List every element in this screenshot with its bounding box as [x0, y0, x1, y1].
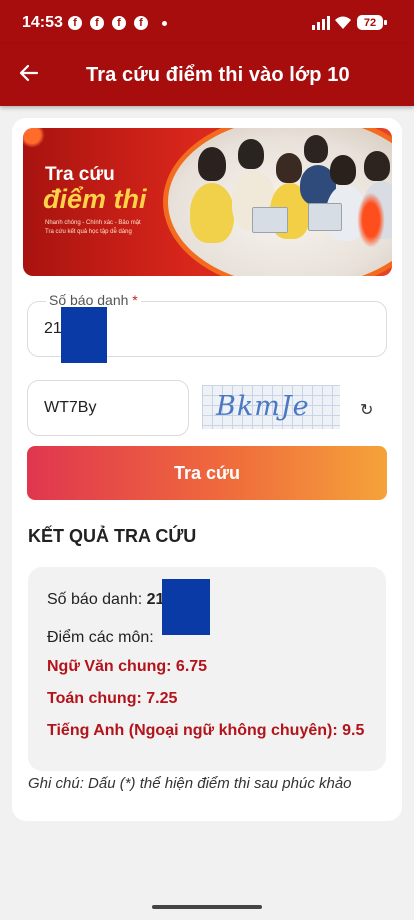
notification-dot-icon: [162, 21, 167, 26]
status-time: 14:53: [22, 14, 63, 31]
banner-title: Tra cứu: [45, 164, 115, 185]
score-math: Toán chung: 7.25: [47, 690, 178, 707]
notification-icons: f f f f: [68, 16, 148, 30]
refresh-icon[interactable]: ↻: [360, 400, 373, 420]
status-bar: 14:53 f f f f 72: [0, 0, 414, 44]
captcha-image: BkmJe: [202, 385, 340, 429]
banner-subtagline: Tra cứu kết quả học tập dễ dàng: [45, 229, 132, 235]
arrow-left-icon: [19, 64, 39, 82]
page-title: Tra cứu điểm thi vào lớp 10: [86, 64, 350, 86]
redaction-box: [61, 307, 107, 363]
result-sbd: Số báo danh: 21: [47, 591, 164, 609]
captcha-image-text: BkmJe: [216, 391, 310, 422]
score-english: Tiếng Anh (Ngoại ngữ không chuyên): 9.5: [47, 722, 365, 739]
scores-label: Điểm các môn:: [47, 629, 154, 646]
sbd-label-text: Số báo danh: [49, 292, 129, 308]
sbd-input-value: 21: [44, 320, 62, 337]
facebook-icon: f: [68, 16, 82, 30]
battery-icon: 72: [357, 15, 387, 30]
promo-banner: Tra cứu điểm thi Nhanh chóng - Chính xác…: [23, 128, 392, 276]
result-panel: Số báo danh: 21 Điểm các môn: Ngữ Văn ch…: [28, 567, 386, 771]
required-mark: *: [132, 292, 138, 308]
facebook-icon: f: [90, 16, 104, 30]
sbd-field-label: Số báo danh *: [46, 292, 141, 308]
captcha-input[interactable]: WT7By: [27, 380, 189, 436]
facebook-icon: f: [134, 16, 148, 30]
facebook-icon: f: [112, 16, 126, 30]
home-indicator[interactable]: [152, 905, 262, 909]
wifi-icon: [335, 16, 351, 29]
result-heading: KẾT QUẢ TRA CỨU: [28, 526, 197, 546]
search-button[interactable]: Tra cứu: [27, 446, 387, 500]
signal-icon: [312, 16, 330, 30]
banner-tagline: Nhanh chóng - Chính xác - Bảo mật: [45, 220, 141, 226]
banner-title-highlight: điểm thi: [43, 184, 147, 214]
result-sbd-label: Số báo danh:: [47, 591, 143, 608]
score-literature: Ngữ Văn chung: 6.75: [47, 658, 208, 675]
back-button[interactable]: [14, 58, 44, 88]
captcha-input-value: WT7By: [44, 399, 97, 416]
redaction-box: [162, 579, 210, 635]
app-bar: Tra cứu điểm thi vào lớp 10: [0, 44, 414, 106]
note-text: Ghi chú: Dấu (*) thể hiện điểm thi sau p…: [28, 775, 352, 792]
main-card: Tra cứu điểm thi Nhanh chóng - Chính xác…: [12, 118, 402, 821]
